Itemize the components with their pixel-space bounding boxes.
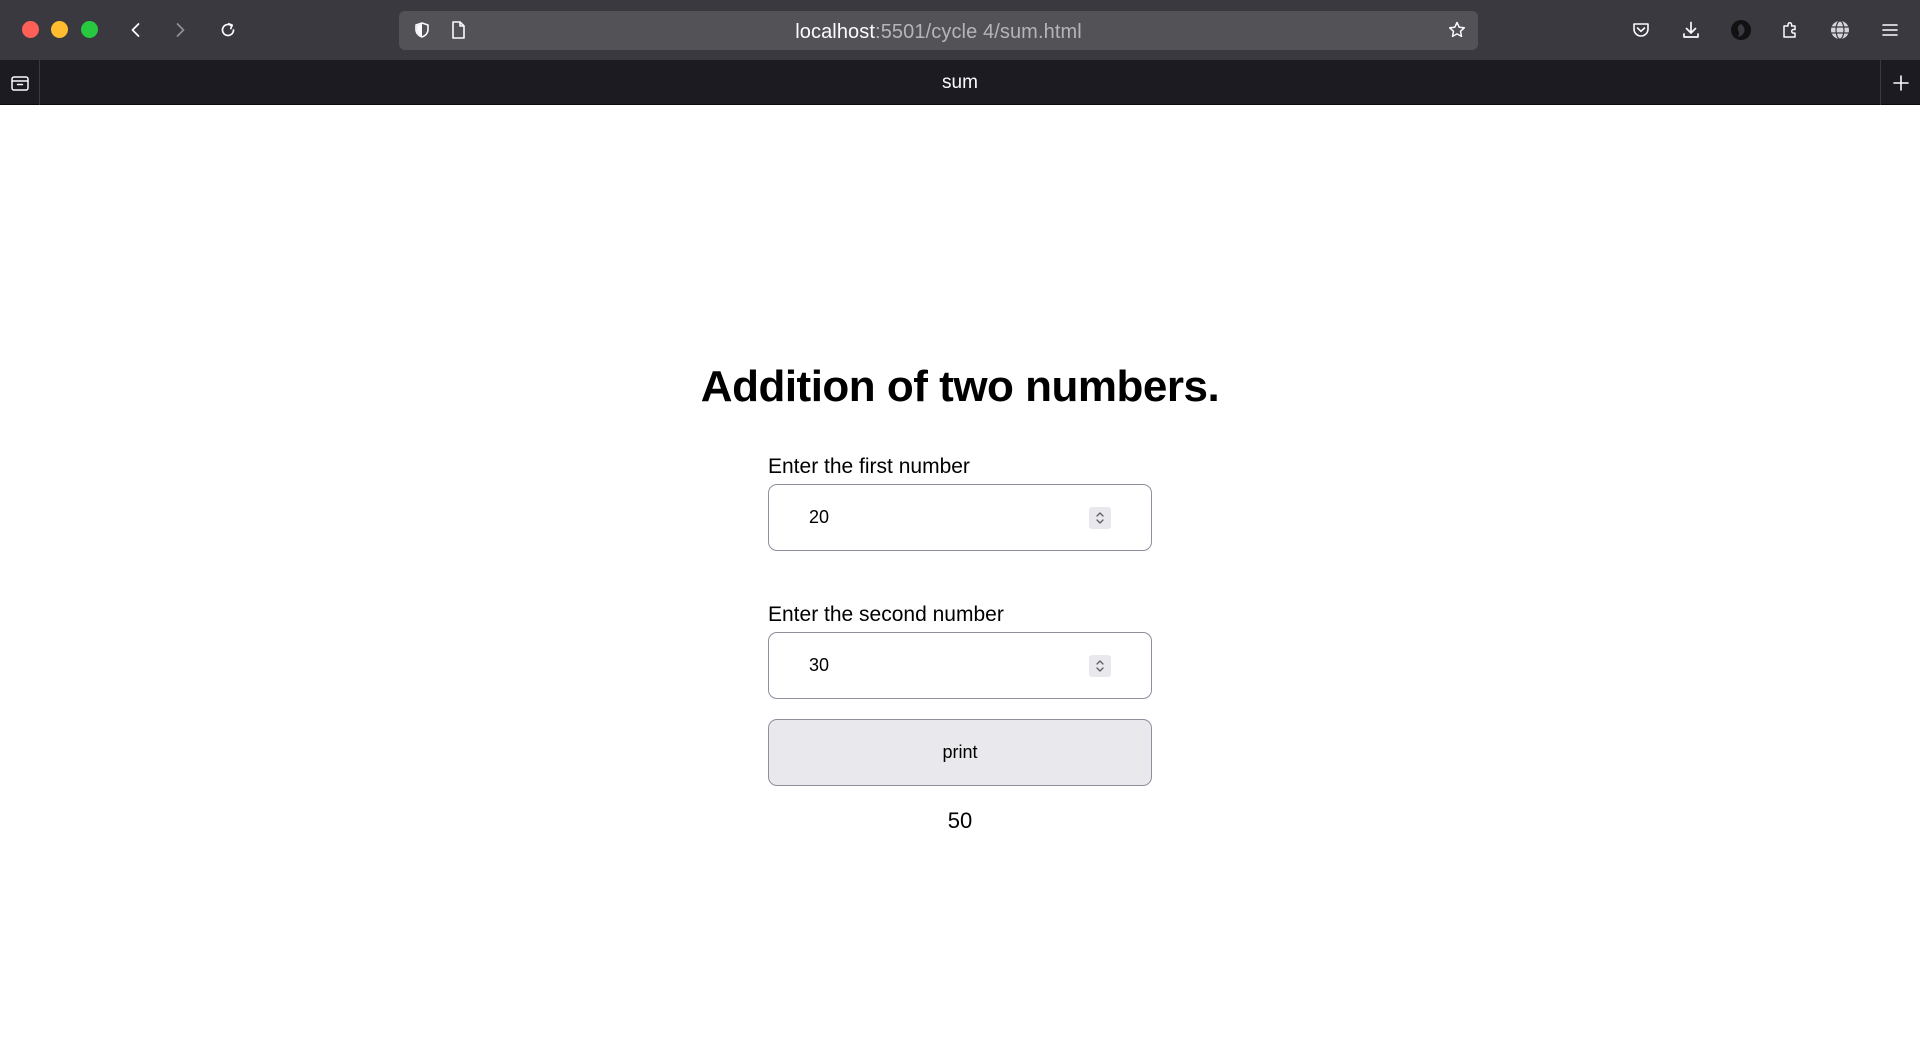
page-content: Addition of two numbers. Enter the first… — [0, 106, 1920, 1052]
window-close-button[interactable] — [22, 21, 39, 38]
tab-tray-icon — [10, 75, 29, 91]
back-button[interactable] — [120, 14, 152, 46]
tab-active[interactable]: sum — [40, 72, 1880, 94]
account-button[interactable] — [1725, 14, 1757, 46]
chevron-right-icon — [176, 23, 185, 37]
downloads-button[interactable] — [1675, 14, 1707, 46]
chevron-left-icon — [131, 23, 140, 37]
url-path: :5501/cycle 4/sum.html — [875, 21, 1082, 43]
reload-button[interactable] — [212, 14, 244, 46]
account-avatar-icon — [1731, 20, 1751, 40]
globe-button[interactable] — [1824, 14, 1856, 46]
window-minimize-button[interactable] — [51, 21, 68, 38]
print-button[interactable]: print — [768, 719, 1152, 786]
extensions-button[interactable] — [1774, 14, 1806, 46]
url-text[interactable]: localhost:5501/cycle 4/sum.html — [399, 21, 1478, 44]
first-number-stepper[interactable] — [1089, 507, 1111, 529]
forward-button[interactable] — [164, 14, 196, 46]
address-bar[interactable]: localhost:5501/cycle 4/sum.html — [399, 11, 1478, 50]
tab-overview-button[interactable] — [0, 60, 40, 105]
page-title: Addition of two numbers. — [700, 362, 1220, 411]
second-number-label: Enter the second number — [768, 603, 1004, 626]
first-number-label: Enter the first number — [768, 455, 970, 478]
hamburger-menu-icon — [1882, 24, 1898, 36]
browser-toolbar: localhost:5501/cycle 4/sum.html — [0, 0, 1920, 60]
window-maximize-button[interactable] — [81, 21, 98, 38]
second-number-field[interactable] — [768, 632, 1152, 699]
stepper-arrows-icon — [1096, 660, 1104, 672]
app-menu-button[interactable] — [1874, 14, 1906, 46]
reload-icon — [221, 22, 235, 37]
sum-result: 50 — [947, 808, 973, 833]
bookmark-star-icon[interactable] — [1446, 19, 1468, 41]
pocket-icon — [1633, 23, 1649, 37]
puzzle-piece-icon — [1783, 21, 1796, 38]
download-icon — [1683, 21, 1699, 38]
url-host: localhost — [795, 21, 876, 43]
tab-strip: sum — [0, 60, 1920, 105]
new-tab-button[interactable] — [1880, 60, 1920, 105]
pocket-button[interactable] — [1625, 14, 1657, 46]
second-number-stepper[interactable] — [1089, 655, 1111, 677]
first-number-field[interactable] — [768, 484, 1152, 551]
stepper-arrows-icon — [1096, 512, 1104, 524]
sum-form: Enter the first number Enter the second … — [768, 454, 1152, 834]
globe-icon — [1831, 20, 1849, 40]
plus-icon — [1892, 74, 1909, 91]
